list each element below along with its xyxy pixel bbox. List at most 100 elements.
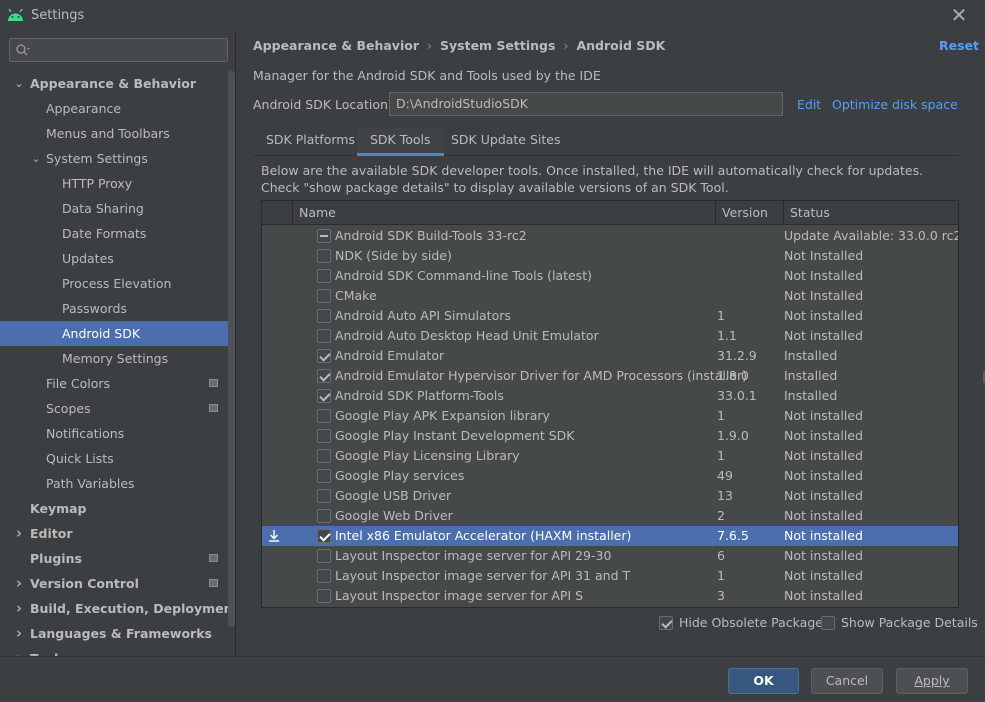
table-row[interactable]: Layout Inspector image server for API 31… [262,566,958,586]
sidebar-item-version-control[interactable]: › Version Control [0,571,228,596]
sidebar-item-process-elevation[interactable]: Process Elevation [0,271,228,296]
row-checkbox[interactable] [317,369,331,383]
tool-status: Not installed [784,468,863,483]
close-icon[interactable]: ✕ [948,4,970,26]
chevron-right-icon[interactable]: › [13,521,25,546]
table-row[interactable]: Android Emulator Hypervisor Driver for A… [262,366,958,386]
table-row[interactable]: Android Auto Desktop Head Unit Emulator 1… [262,326,958,346]
sdk-location-field[interactable]: D:\AndroidStudioSDK [389,92,783,116]
table-row[interactable]: Android SDK Command-line Tools (latest) N… [262,266,958,286]
tool-name: Google Play Licensing Library [335,448,520,463]
search-input[interactable] [9,38,228,62]
row-checkbox[interactable] [317,529,331,543]
sidebar-item-data-sharing[interactable]: Data Sharing [0,196,228,221]
tab-sdk-platforms[interactable]: SDK Platforms [253,127,368,156]
table-row[interactable]: Android Emulator 31.2.9 Installed [262,346,958,366]
sidebar-item-memory-settings[interactable]: Memory Settings [0,346,228,371]
row-checkbox[interactable] [317,269,331,283]
column-header-version[interactable]: Version [715,201,783,225]
chevron-down-icon[interactable]: ⌄ [30,146,42,171]
sidebar-item-notifications[interactable]: Notifications [0,421,228,446]
table-row[interactable]: Google Play APK Expansion library 1 Not in… [262,406,958,426]
table-row[interactable]: Google USB Driver 13 Not installed [262,486,958,506]
breadcrumb-item[interactable]: System Settings [440,38,555,53]
show-details-checkbox[interactable] [821,616,835,630]
row-checkbox[interactable] [317,409,331,423]
tool-name: Google Web Driver [335,508,453,523]
breadcrumb-item[interactable]: Appearance & Behavior [253,38,419,53]
sidebar-item-scopes[interactable]: Scopes [0,396,228,421]
sidebar-item-http-proxy[interactable]: HTTP Proxy [0,171,228,196]
row-checkbox[interactable] [317,429,331,443]
table-row[interactable]: Google Play services 49 Not installed [262,466,958,486]
row-checkbox[interactable] [317,229,331,243]
sidebar-item-languages-frameworks[interactable]: › Languages & Frameworks [0,621,228,646]
row-checkbox[interactable] [317,389,331,403]
row-checkbox[interactable] [317,249,331,263]
table-row[interactable]: Intel x86 Emulator Accelerator (HAXM ins… [262,526,958,546]
tab-sdk-tools[interactable]: SDK Tools [357,127,444,156]
sidebar-item-android-sdk[interactable]: Android SDK [0,321,228,346]
ok-button[interactable]: OK [728,668,799,694]
sidebar-item-keymap[interactable]: Keymap [0,496,228,521]
row-checkbox[interactable] [317,509,331,523]
hide-obsolete-label[interactable]: Hide Obsolete Packages [679,615,829,630]
table-row[interactable]: Android SDK Build-Tools 33-rc2 Update Ava… [262,226,958,246]
table-row[interactable]: Layout Inspector image server for API 29… [262,546,958,566]
chevron-right-icon[interactable]: › [13,621,25,646]
table-row[interactable]: Google Play Licensing Library 1 Not instal… [262,446,958,466]
row-checkbox[interactable] [317,309,331,323]
row-checkbox[interactable] [317,589,331,603]
cancel-button[interactable]: Cancel [811,668,883,694]
row-checkbox[interactable] [317,349,331,363]
table-row[interactable]: Android SDK Platform-Tools 33.0.1 Installe… [262,386,958,406]
edit-link[interactable]: Edit [797,97,821,112]
sidebar-item-system-settings[interactable]: ⌄ System Settings [0,146,228,171]
project-level-icon [209,379,218,387]
table-row[interactable]: Google Play Instant Development SDK 1.9.0… [262,426,958,446]
table-row[interactable]: Android Auto API Simulators 1 Not installe… [262,306,958,326]
row-checkbox[interactable] [317,289,331,303]
hide-obsolete-checkbox[interactable] [659,616,673,630]
tool-name: Google USB Driver [335,488,452,503]
chevron-right-icon[interactable]: › [13,571,25,596]
row-checkbox[interactable] [317,469,331,483]
row-checkbox[interactable] [317,449,331,463]
sidebar-item-quick-lists[interactable]: Quick Lists [0,446,228,471]
sidebar-item-path-variables[interactable]: Path Variables [0,471,228,496]
column-header-status[interactable]: Status [783,201,958,225]
optimize-disk-space-link[interactable]: Optimize disk space [832,97,958,112]
table-row[interactable]: Layout Inspector image server for API S 3… [262,586,958,606]
tab-sdk-update-sites[interactable]: SDK Update Sites [438,127,574,156]
tool-name: Google Play Instant Development SDK [335,428,575,443]
sidebar-item-appearance-behavior[interactable]: ⌄ Appearance & Behavior [0,71,228,96]
chevron-down-icon[interactable]: ⌄ [13,71,25,96]
sidebar-item-file-colors[interactable]: File Colors [0,371,228,396]
show-details-label[interactable]: Show Package Details [841,615,978,630]
row-checkbox[interactable] [317,489,331,503]
table-row[interactable]: NDK (Side by side) Not Installed [262,246,958,266]
table-row[interactable]: Google Web Driver 2 Not installed [262,506,958,526]
chevron-right-icon[interactable]: › [13,596,25,621]
sidebar-item-tools[interactable]: › Tools [0,646,228,656]
sidebar-item-menus-and-toolbars[interactable]: Menus and Toolbars [0,121,228,146]
sidebar-item-build-execution-deployment[interactable]: › Build, Execution, Deployment [0,596,235,621]
row-checkbox[interactable] [317,329,331,343]
reset-link[interactable]: Reset [939,38,979,53]
tool-status: Not Installed [784,248,864,263]
chevron-right-icon[interactable]: › [13,646,25,656]
sidebar-item-plugins[interactable]: Plugins [0,546,228,571]
sdk-location-label: Android SDK Location: [253,97,393,112]
sidebar-item-passwords[interactable]: Passwords [0,296,228,321]
row-checkbox[interactable] [317,569,331,583]
table-row[interactable]: CMake Not Installed [262,286,958,306]
sidebar-item-updates[interactable]: Updates [0,246,228,271]
sidebar-item-label: Memory Settings [62,351,169,366]
sidebar-item-appearance[interactable]: Appearance [0,96,228,121]
sidebar-scrollbar[interactable] [228,71,235,627]
sidebar-item-editor[interactable]: › Editor [0,521,228,546]
row-checkbox[interactable] [317,549,331,563]
apply-button[interactable]: Apply [896,668,968,694]
column-header-name[interactable]: Name [292,201,716,225]
sidebar-item-date-formats[interactable]: Date Formats [0,221,228,246]
